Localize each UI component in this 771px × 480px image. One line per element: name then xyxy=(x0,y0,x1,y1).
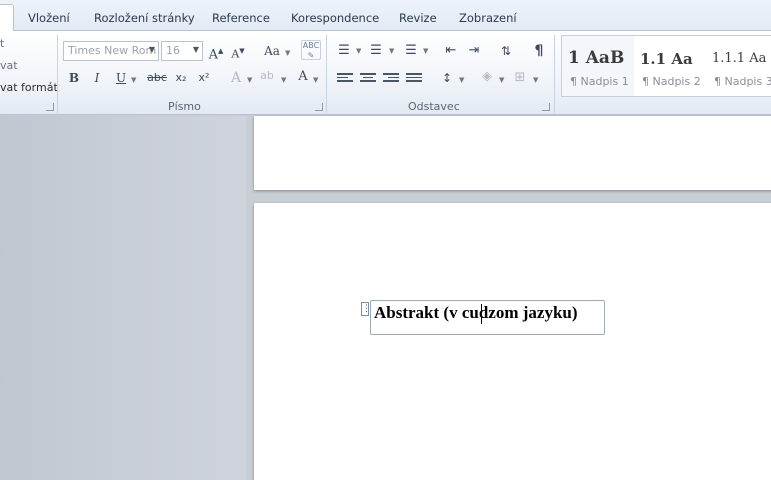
chevron-down-icon: ▼ xyxy=(356,47,362,55)
sort-icon[interactable]: ⇅ xyxy=(496,41,516,61)
bold-button[interactable]: B xyxy=(64,68,84,88)
grow-font-label: A xyxy=(208,47,218,63)
chevron-down-icon: ▼ xyxy=(131,76,137,84)
paragraph-mark-icon[interactable]: ⋮ xyxy=(361,302,371,316)
align-right-icon[interactable] xyxy=(383,73,399,85)
heading-text[interactable]: Abstrakt (v cudzom jazyku) xyxy=(374,303,578,323)
decrease-indent-icon[interactable]: ⇤ xyxy=(441,41,461,61)
chevron-down-icon: ▼ xyxy=(285,49,291,57)
document-page-current[interactable] xyxy=(254,203,771,480)
tab-reference[interactable]: Reference xyxy=(212,11,270,25)
group-separator xyxy=(57,35,58,113)
chevron-down-icon: ▼ xyxy=(313,76,319,84)
group-separator xyxy=(554,35,555,113)
shading-icon[interactable]: ◈ xyxy=(477,67,497,87)
tab-vlozeni[interactable]: Vložení xyxy=(28,11,70,25)
chevron-down-icon: ▼ xyxy=(247,76,253,84)
shrink-font-button[interactable]: A▼ xyxy=(228,41,248,61)
heading-text-after-caret: udzom jazyku) xyxy=(469,303,578,322)
italic-button[interactable]: I xyxy=(87,68,107,88)
chevron-down-icon: ▼ xyxy=(499,76,505,84)
chevron-down-icon: ▼ xyxy=(533,76,539,84)
clipboard-item-cut[interactable]: t xyxy=(0,37,4,50)
justify-icon[interactable] xyxy=(406,73,422,85)
numbering-icon[interactable]: ☰ xyxy=(366,41,386,61)
ribbon-tab-bar: Vložení Rozložení stránky Reference Kore… xyxy=(0,0,771,32)
line-spacing-icon[interactable]: ↕ xyxy=(437,68,457,88)
superscript-button[interactable]: x² xyxy=(194,68,214,88)
clipboard-item-copy[interactable]: vat xyxy=(0,59,18,72)
style-sample: 1.1 Aa xyxy=(640,50,693,68)
text-cursor xyxy=(481,304,482,324)
style-name: ¶ Nadpis 3 xyxy=(714,75,771,88)
font-name-combo[interactable]: Times New Rom ▼ xyxy=(63,41,159,61)
clipboard-item-format-painter[interactable]: vat formát xyxy=(0,81,58,94)
tab-revize[interactable]: Revize xyxy=(399,11,437,25)
chevron-down-icon: ▼ xyxy=(389,47,395,55)
highlight-button[interactable]: ab xyxy=(256,66,278,86)
style-name: ¶ Nadpis 1 xyxy=(570,75,629,88)
chevron-down-icon: ▼ xyxy=(148,45,155,54)
clear-formatting-icon[interactable]: ABC ✎ xyxy=(301,40,321,60)
heading-text-before-caret: Abstrakt (v c xyxy=(374,303,470,322)
styles-gallery: 1 AaB ¶ Nadpis 1 1.1 Aa ¶ Nadpis 2 1.1.1… xyxy=(561,35,771,97)
paragraph-launcher-icon[interactable] xyxy=(542,103,550,111)
document-page-previous[interactable] xyxy=(254,116,771,190)
style-heading-1[interactable]: 1 AaB ¶ Nadpis 1 xyxy=(562,36,634,96)
style-sample: 1 AaB xyxy=(568,48,625,68)
tab-domu-active[interactable] xyxy=(0,4,14,32)
heading-content-control[interactable]: Abstrakt (v cudzom jazyku) xyxy=(370,300,605,335)
strikethrough-button[interactable]: abc xyxy=(145,68,169,88)
show-formatting-button[interactable]: ¶ xyxy=(529,41,549,61)
font-size-combo[interactable]: 16 ▼ xyxy=(161,41,203,61)
group-separator xyxy=(326,35,327,113)
multilevel-list-icon[interactable]: ☰ xyxy=(401,41,421,61)
font-launcher-icon[interactable] xyxy=(315,103,323,111)
tab-zobrazeni[interactable]: Zobrazení xyxy=(459,11,517,25)
style-heading-3[interactable]: 1.1.1 Aa ¶ Nadpis 3 xyxy=(708,36,771,96)
workspace-left-margin xyxy=(0,116,246,480)
align-left-icon[interactable] xyxy=(337,73,353,85)
font-name-value: Times New Rom xyxy=(68,44,157,57)
tab-korespondence[interactable]: Korespondence xyxy=(291,11,379,25)
chevron-down-icon: ▼ xyxy=(192,45,199,54)
bullets-icon[interactable]: ☰ xyxy=(334,41,354,61)
style-heading-2[interactable]: 1.1 Aa ¶ Nadpis 2 xyxy=(636,36,706,96)
grow-font-button[interactable]: A▲ xyxy=(206,41,226,63)
style-name: ¶ Nadpis 2 xyxy=(642,75,701,88)
font-color-button[interactable]: A xyxy=(293,67,313,87)
font-group-label: Písmo xyxy=(168,100,201,113)
underline-button[interactable]: U xyxy=(111,68,131,88)
chevron-down-icon: ▼ xyxy=(281,76,287,84)
change-case-button[interactable]: Aa xyxy=(260,41,284,61)
increase-indent-icon[interactable]: ⇥ xyxy=(464,41,484,61)
paragraph-group-label: Odstavec xyxy=(408,100,460,113)
font-size-value: 16 xyxy=(166,44,180,57)
style-sample: 1.1.1 Aa xyxy=(712,51,767,66)
tab-rozlozeni-stranky[interactable]: Rozložení stránky xyxy=(94,11,195,25)
text-effects-button[interactable]: A xyxy=(226,68,246,88)
chevron-down-icon: ▼ xyxy=(423,47,429,55)
ribbon: t vat vat formát Times New Rom ▼ 16 ▼ A▲… xyxy=(0,31,771,115)
chevron-down-icon: ▼ xyxy=(459,76,465,84)
borders-icon[interactable]: ⊞ xyxy=(510,68,530,88)
align-center-icon[interactable] xyxy=(360,73,376,85)
change-case-label: Aa xyxy=(264,44,280,58)
subscript-button[interactable]: x₂ xyxy=(171,68,191,88)
clipboard-launcher-icon[interactable] xyxy=(46,103,54,111)
